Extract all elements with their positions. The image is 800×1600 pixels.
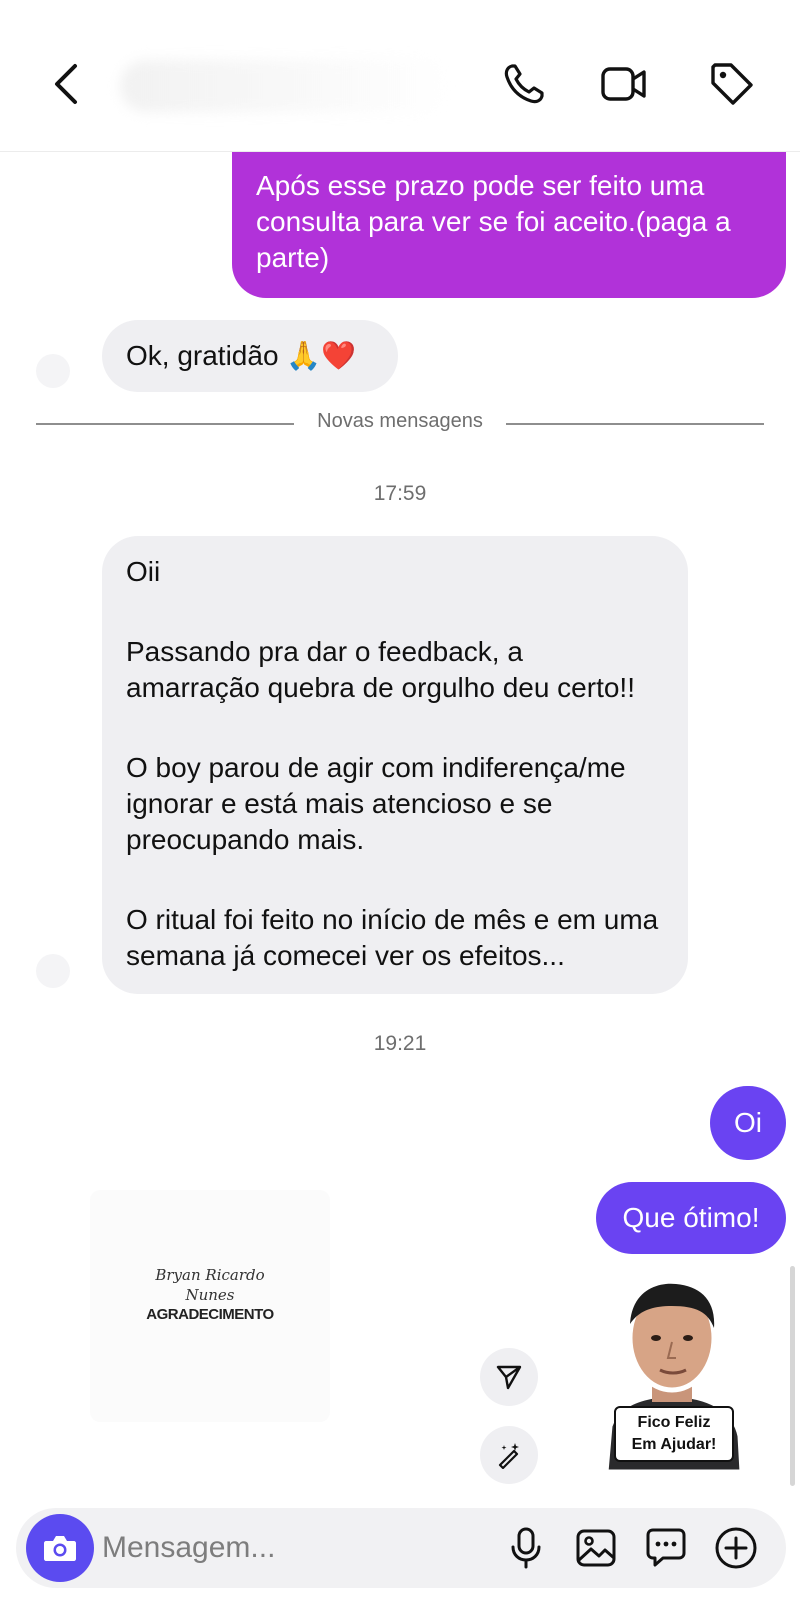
back-button[interactable] <box>40 58 92 110</box>
chat-bubble-icon <box>646 1528 686 1567</box>
send-icon <box>496 1365 522 1390</box>
message-composer <box>16 1508 786 1588</box>
message-text: Oi <box>734 1107 762 1138</box>
camera-icon <box>44 1536 76 1561</box>
video-camera-icon <box>601 67 646 101</box>
magic-edit-button[interactable] <box>480 1426 538 1484</box>
shared-image[interactable]: Bryan Ricardo Nunes AGRADECIMENTO <box>90 1190 330 1422</box>
more-options-button[interactable] <box>712 1524 760 1572</box>
message-received[interactable]: Ok, gratidão 🙏❤️ <box>102 320 398 392</box>
camera-button[interactable] <box>26 1514 94 1582</box>
sticker-message[interactable]: Fico Feliz Em Ajudar! <box>588 1276 756 1472</box>
video-call-button[interactable] <box>598 58 650 110</box>
timestamp: 17:59 <box>373 482 427 505</box>
message-text: Que ótimo! <box>622 1202 760 1233</box>
image-icon <box>576 1529 616 1567</box>
message-sent[interactable]: Que ótimo! <box>596 1182 786 1254</box>
voice-message-button[interactable] <box>502 1524 550 1572</box>
timestamp: 19:21 <box>373 1032 427 1055</box>
sticker-caption: Fico Feliz Em Ajudar! <box>614 1406 734 1462</box>
chevron-left-icon <box>55 64 77 104</box>
message-received[interactable]: Oii Passando pra dar o feedback, a amarr… <box>102 536 688 994</box>
divider-line-left <box>36 423 294 425</box>
contact-name-blurred[interactable] <box>120 60 450 112</box>
plus-circle-icon <box>715 1527 757 1569</box>
microphone-icon <box>511 1527 541 1569</box>
message-paragraph: O boy parou de agir com indiferença/me i… <box>126 752 626 855</box>
message-sent[interactable]: Após esse prazo pode ser feito uma consu… <box>232 152 786 298</box>
magic-wand-icon <box>498 1443 519 1469</box>
tag-button[interactable] <box>706 58 758 110</box>
scrollbar[interactable] <box>790 1266 795 1486</box>
avatar[interactable] <box>36 954 70 988</box>
image-text-line: Nunes <box>185 1286 235 1304</box>
image-text-line: Bryan Ricardo <box>155 1266 265 1284</box>
divider-line-right <box>506 423 764 425</box>
sticker-caption-line: Fico Feliz <box>637 1414 711 1431</box>
sticker-button[interactable] <box>642 1524 690 1572</box>
tag-icon <box>711 63 753 105</box>
share-button[interactable] <box>480 1348 538 1406</box>
chat-header <box>0 0 800 152</box>
message-paragraph: O ritual foi feito no início de mês e em… <box>126 904 659 971</box>
image-text-title: AGRADECIMENTO <box>146 1306 274 1323</box>
message-input[interactable] <box>102 1524 472 1572</box>
message-paragraph: Oii <box>126 556 161 587</box>
audio-call-button[interactable] <box>498 58 550 110</box>
avatar[interactable] <box>36 354 70 388</box>
message-paragraph: Passando pra dar o feedback, a amarração… <box>126 636 635 703</box>
message-text: Após esse prazo pode ser feito uma consu… <box>256 170 731 273</box>
new-messages-divider: Novas mensagens <box>317 410 483 432</box>
gallery-button[interactable] <box>572 1524 620 1572</box>
sticker-caption-line: Em Ajudar! <box>631 1436 717 1453</box>
message-sent[interactable]: Oi <box>710 1086 786 1160</box>
phone-icon <box>504 64 544 104</box>
message-text: Ok, gratidão 🙏❤️ <box>126 340 357 371</box>
